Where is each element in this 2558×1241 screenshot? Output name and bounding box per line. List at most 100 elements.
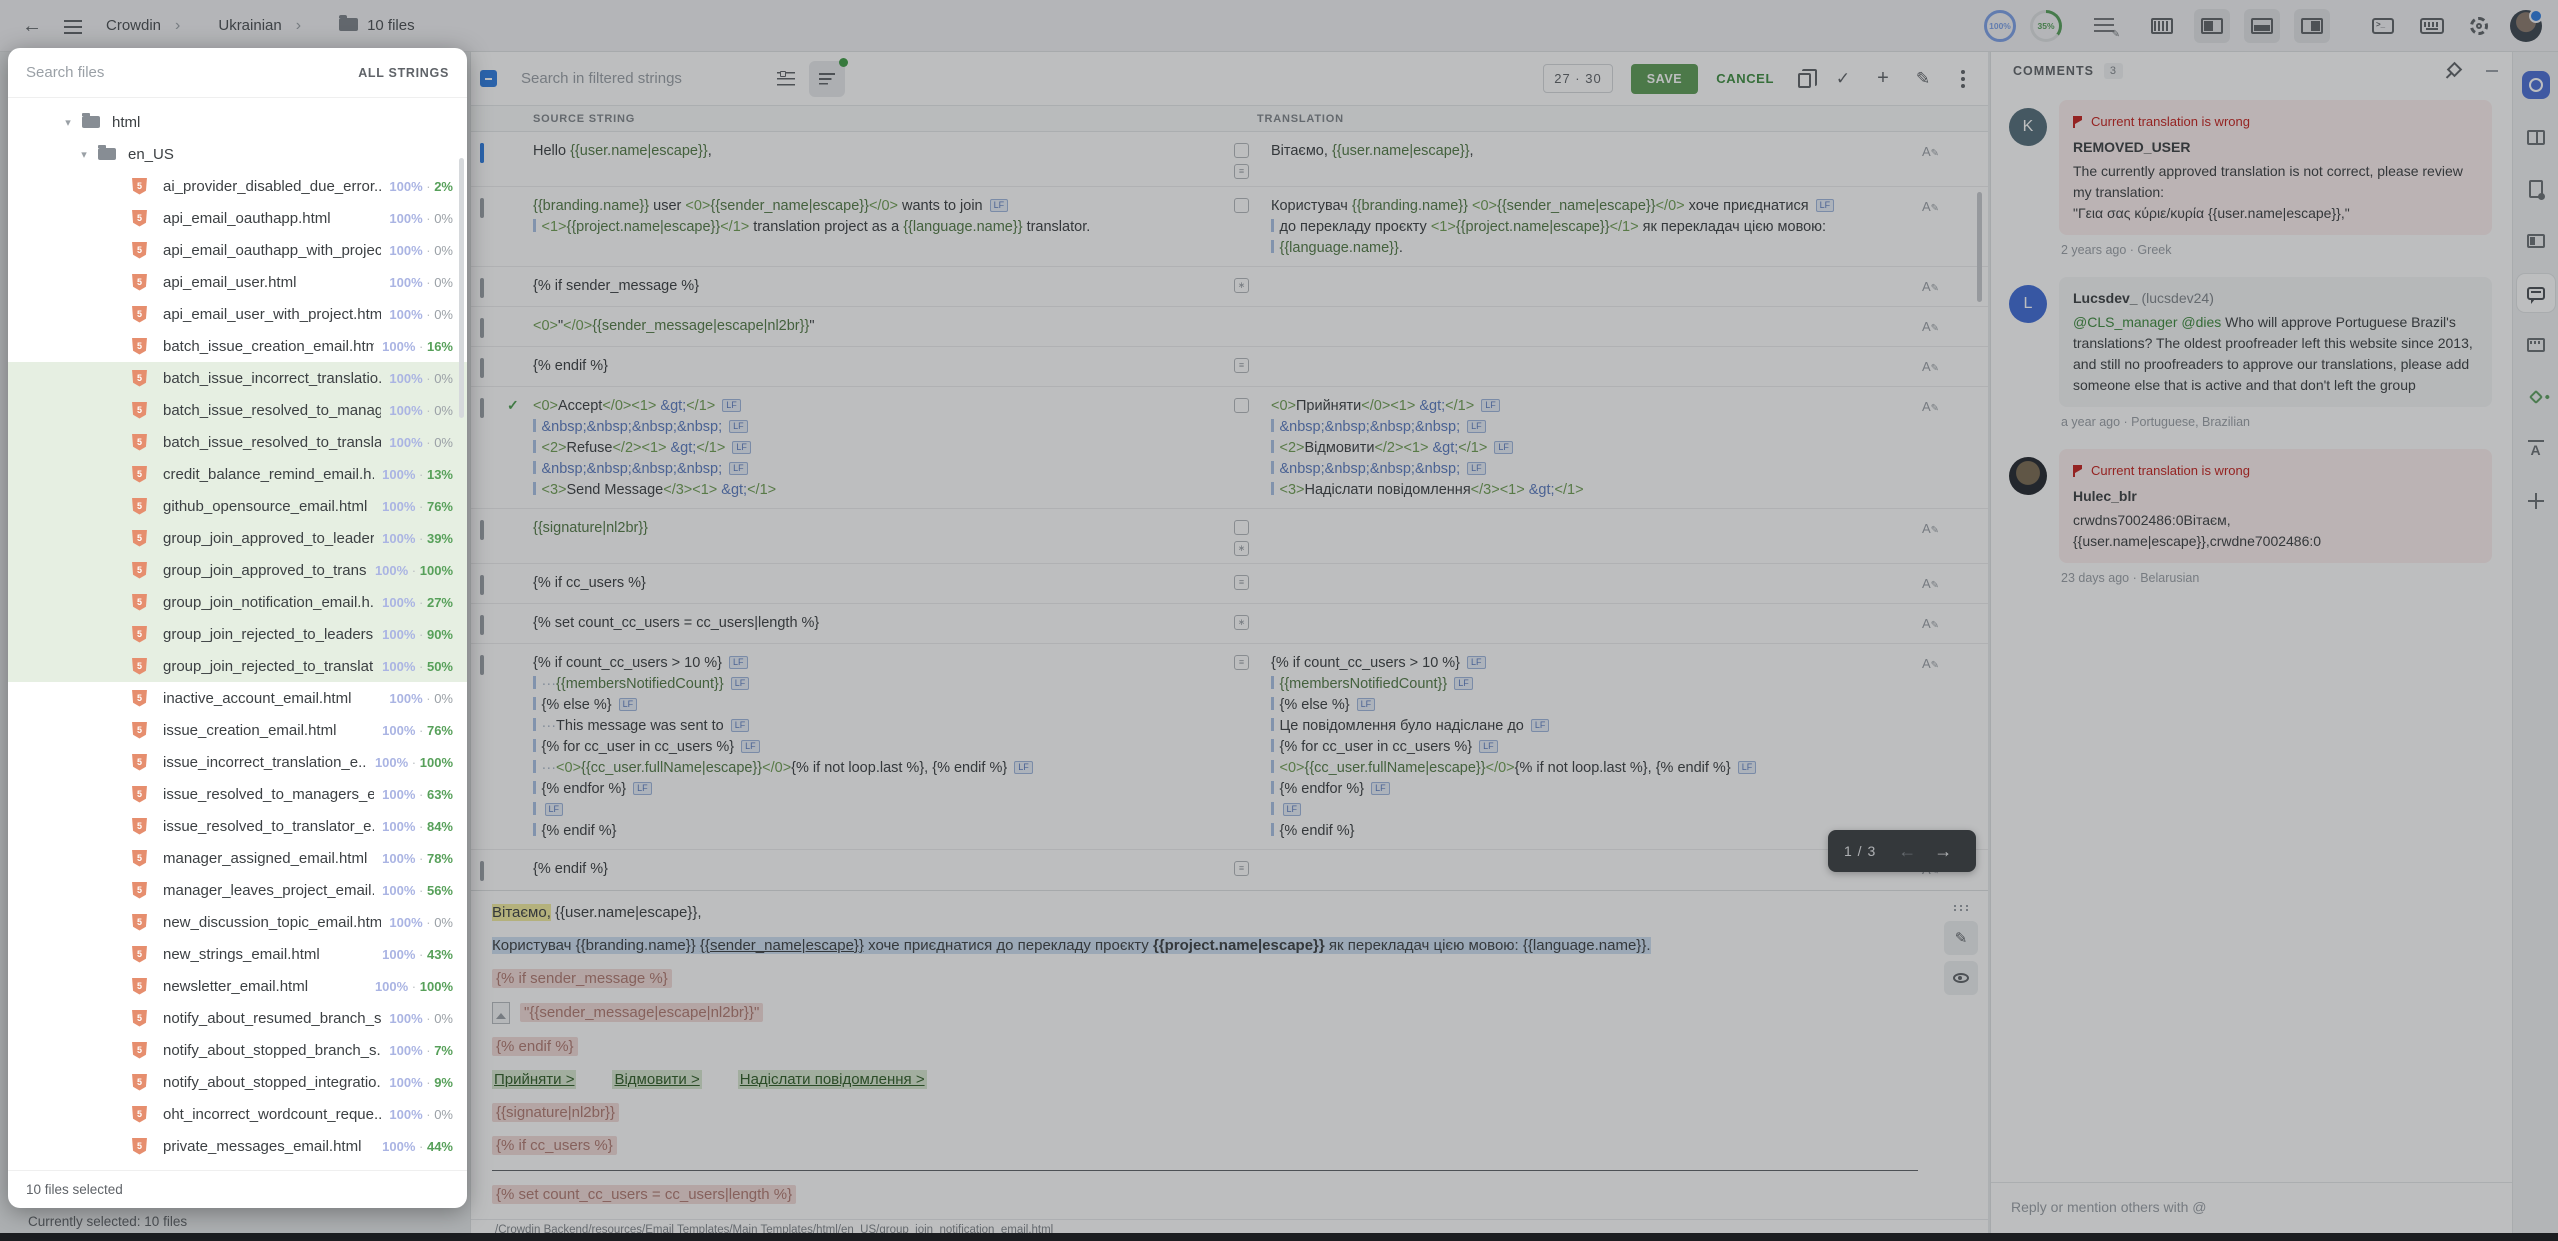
files-selected-footer: 10 files selected	[8, 1170, 467, 1208]
file-item[interactable]: 5group_join_rejected_to_leaders....100% …	[8, 618, 467, 650]
file-progress: 100% · 76%	[382, 723, 453, 738]
html-file-icon: 5	[132, 434, 147, 451]
file-item[interactable]: 5group_join_approved_to_transl...100% · …	[8, 554, 467, 586]
html-file-icon: 5	[132, 882, 147, 899]
file-item[interactable]: 5 api_email_user.html 100% · 0%	[8, 266, 467, 298]
file-item[interactable]: 5issue_creation_email.html100% · 76%	[8, 714, 467, 746]
file-progress: 100% · 76%	[382, 499, 453, 514]
file-item[interactable]: 5issue_incorrect_translation_e...100% · …	[8, 746, 467, 778]
file-progress: 100% · 0%	[389, 211, 453, 226]
html-file-icon: 5	[132, 850, 147, 867]
file-name: manager_assigned_email.html	[163, 850, 374, 867]
html-file-icon: 5	[132, 690, 147, 707]
html-file-icon: 5	[132, 946, 147, 963]
html-file-icon: 5	[132, 274, 147, 291]
file-progress: 100% · 50%	[382, 659, 453, 674]
file-name: issue_resolved_to_translator_e...	[163, 818, 374, 835]
file-progress: 100% · 63%	[382, 787, 453, 802]
file-item[interactable]: 5issue_resolved_to_managers_e...100% · 6…	[8, 778, 467, 810]
file-progress: 100% · 56%	[382, 883, 453, 898]
file-progress: 100% · 9%	[389, 1075, 453, 1090]
file-name: batch_issue_resolved_to_transla...	[163, 434, 381, 451]
html-file-icon: 5	[132, 626, 147, 643]
file-progress: 100% · 0%	[389, 275, 453, 290]
folder-html[interactable]: ▾ html	[8, 106, 467, 138]
file-name: group_join_approved_to_transl...	[163, 562, 367, 579]
popover-scrollbar[interactable]	[459, 158, 464, 418]
file-search-input[interactable]	[26, 64, 358, 81]
html-file-icon: 5	[132, 978, 147, 995]
file-item[interactable]: 5 notify_about_stopped_integratio... 100% …	[8, 1066, 467, 1098]
file-progress: 100% · 16%	[382, 339, 453, 354]
file-progress: 100% · 100%	[375, 755, 453, 770]
file-item[interactable]: 5group_join_approved_to_leader...100% · …	[8, 522, 467, 554]
file-item[interactable]: 5oht_incorrect_wordcount_reque...100% · …	[8, 1098, 467, 1130]
file-item[interactable]: 5api_email_oauthapp.html100% · 0%	[8, 202, 467, 234]
file-progress: 100% · 84%	[382, 819, 453, 834]
html-file-icon: 5	[132, 1042, 147, 1059]
file-item[interactable]: 5notify_about_stopped_branch_s...100% · …	[8, 1034, 467, 1066]
file-progress: 100% · 78%	[382, 851, 453, 866]
caret-down-icon[interactable]: ▾	[76, 148, 92, 161]
file-name: ai_provider_disabled_due_error....	[163, 178, 381, 195]
html-file-icon: 5	[132, 178, 147, 195]
html-file-icon: 5	[132, 786, 147, 803]
html-file-icon: 5	[132, 818, 147, 835]
file-name: issue_creation_email.html	[163, 722, 374, 739]
html-file-icon: 5	[132, 498, 147, 515]
file-name: private_project_notification_ema...	[163, 1170, 381, 1171]
file-progress: 100% · 7%	[389, 1043, 453, 1058]
file-item[interactable]: 5newsletter_email.html100% · 100%	[8, 970, 467, 1002]
folder-en-us[interactable]: ▾ en_US	[8, 138, 467, 170]
html-file-icon: 5	[132, 594, 147, 611]
file-item[interactable]: 5batch_issue_incorrect_translatio...100%…	[8, 362, 467, 394]
file-item[interactable]: 5 ai_provider_disabled_due_error.... 100% …	[8, 170, 467, 202]
file-name: private_messages_email.html	[163, 1138, 374, 1155]
file-name: notify_about_stopped_integratio...	[163, 1074, 381, 1091]
file-item[interactable]: 5api_email_user_with_project.html100% · …	[8, 298, 467, 330]
file-item[interactable]: 5new_strings_email.html100% · 43%	[8, 938, 467, 970]
file-progress: 100% · 27%	[382, 595, 453, 610]
file-name: new_strings_email.html	[163, 946, 374, 963]
html-file-icon: 5	[132, 1170, 147, 1171]
file-item[interactable]: 5github_opensource_email.html100% · 76%	[8, 490, 467, 522]
file-tree: ▾ html ▾ en_US 5 ai_provider_disabled_due…	[8, 98, 467, 1170]
file-name: group_join_rejected_to_translat...	[163, 658, 374, 675]
html-file-icon: 5	[132, 402, 147, 419]
file-item[interactable]: 5 issue_resolved_to_translator_e... 100% ·…	[8, 810, 467, 842]
file-item[interactable]: 5api_email_oauthapp_with_projec...100% ·…	[8, 234, 467, 266]
file-name: new_discussion_topic_email.html	[163, 914, 381, 931]
file-item[interactable]: 5batch_issue_resolved_to_manag...100% · …	[8, 394, 467, 426]
file-item[interactable]: 5private_project_notification_ema...100%…	[8, 1162, 467, 1170]
file-name: oht_incorrect_wordcount_reque...	[163, 1106, 381, 1123]
html-file-icon: 5	[132, 466, 147, 483]
html-file-icon: 5	[132, 914, 147, 931]
file-progress: 100% · 2%	[389, 179, 453, 194]
file-name: batch_issue_resolved_to_manag...	[163, 402, 381, 419]
file-name: group_join_approved_to_leader...	[163, 530, 374, 547]
file-item[interactable]: 5batch_issue_creation_email.html100% · 1…	[8, 330, 467, 362]
file-item[interactable]: 5private_messages_email.html100% · 44%	[8, 1130, 467, 1162]
file-name: api_email_oauthapp_with_projec...	[163, 242, 381, 259]
html-file-icon: 5	[132, 1074, 147, 1091]
caret-down-icon[interactable]: ▾	[60, 116, 76, 129]
html-file-icon: 5	[132, 562, 147, 579]
file-name: batch_issue_incorrect_translatio...	[163, 370, 381, 387]
file-item[interactable]: 5 manager_assigned_email.html 100% · 78%	[8, 842, 467, 874]
file-name: api_email_user_with_project.html	[163, 306, 381, 323]
file-item[interactable]: 5inactive_account_email.html100% · 0%	[8, 682, 467, 714]
file-progress: 100% · 0%	[389, 915, 453, 930]
file-item[interactable]: 5group_join_notification_email.h...100% …	[8, 586, 467, 618]
folder-icon	[98, 148, 116, 160]
file-name: api_email_user.html	[163, 274, 381, 291]
html-file-icon: 5	[132, 1106, 147, 1123]
file-item[interactable]: 5 new_discussion_topic_email.html 100% · 0…	[8, 906, 467, 938]
file-item[interactable]: 5credit_balance_remind_email.h...100% · …	[8, 458, 467, 490]
file-item[interactable]: 5manager_leaves_project_email....100% · …	[8, 874, 467, 906]
file-item[interactable]: 5batch_issue_resolved_to_transla...100% …	[8, 426, 467, 458]
all-strings-button[interactable]: ALL STRINGS	[358, 66, 449, 80]
file-progress: 100% · 90%	[382, 627, 453, 642]
file-item[interactable]: 5group_join_rejected_to_translat...100% …	[8, 650, 467, 682]
file-item[interactable]: 5notify_about_resumed_branch_s...100% · …	[8, 1002, 467, 1034]
file-progress: 100% · 0%	[389, 1011, 453, 1026]
